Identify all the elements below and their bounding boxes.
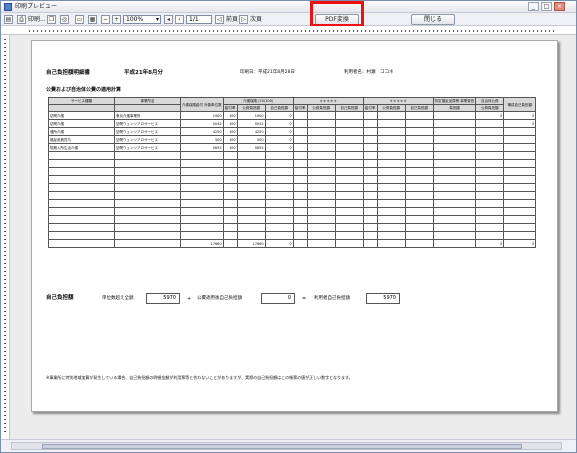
table-row (48, 167, 537, 176)
table-row: 通所介護 訪問ウェンリアロサービス 4250 100 4250 0 (48, 127, 537, 136)
plus-sign: + (187, 296, 192, 302)
find-icon[interactable]: ◎ (60, 15, 69, 24)
printer-icon[interactable]: ⎙ (17, 15, 26, 24)
multi-page-icon[interactable]: ▦ (88, 15, 97, 24)
chevron-down-icon: ▾ (155, 16, 159, 23)
table-row (48, 151, 537, 160)
prev-page-icon[interactable]: ‹ (175, 15, 184, 24)
preview-window: 印刷プレビュー _ □ × ▤ ⎙ 印刷... ❐ ◎ ▭ ▦ − + 100%… (0, 0, 577, 453)
table-row (48, 199, 537, 208)
unit-total-value: 5970 (146, 293, 180, 304)
document-page: 自己負担額明細書 平成21年8月分 印刷日：平成21年8月28日 利用者名：村瀬… (31, 40, 558, 412)
total-zero2: 0 (503, 239, 537, 248)
close-button[interactable]: 閉じる (411, 14, 455, 25)
single-page-icon[interactable]: ▭ (75, 15, 84, 24)
zoom-value: 100% (126, 16, 144, 23)
vertical-ruler (1, 35, 10, 439)
maximize-button[interactable]: □ (541, 2, 552, 11)
user-self-value: 5970 (366, 293, 400, 304)
header-service: サービス種類 (48, 97, 115, 105)
scroll-thumb[interactable] (42, 444, 522, 449)
header-star2: ＊＊＊＊＊ (362, 97, 434, 105)
preview-canvas: 自己負担額明細書 平成21年8月分 印刷日：平成21年8月28日 利用者名：村瀬… (11, 35, 576, 439)
forward-icon[interactable]: ▷ (239, 15, 248, 24)
horizontal-ruler (1, 26, 576, 35)
sub-special: 負担額 (432, 104, 477, 112)
table-row (48, 175, 537, 184)
zoom-out-icon[interactable]: − (101, 15, 110, 24)
document-period: 平成21年8月分 (124, 70, 163, 76)
back-icon[interactable]: ◁ (215, 15, 224, 24)
header-provider: 事業所名 (114, 97, 181, 105)
table-row (48, 183, 537, 192)
unit-total-label: 単位数超え全額 (102, 296, 134, 301)
title-bar: 印刷プレビュー _ □ × (1, 1, 576, 13)
header-star1: ＊＊＊＊＊ (292, 97, 364, 105)
user-name: 利用者名：村瀬 ココネ (344, 70, 394, 75)
public-self-value: 0 (261, 293, 295, 304)
equals-sign: = (302, 296, 307, 302)
table-row: 訪問介護 訪問ウェンリアロサービス 5042 100 5042 0 0 (48, 119, 537, 128)
prev-label[interactable]: 前頁 (226, 15, 238, 24)
print-label[interactable]: 印刷... (28, 15, 46, 24)
status-bar (1, 439, 576, 452)
public-self-label: 公費適用後自己負担額 (197, 296, 242, 301)
zoom-in-icon[interactable]: + (112, 15, 121, 24)
header-public-self: 構成自己負担額 (503, 97, 537, 112)
table-row (48, 231, 537, 240)
total-self: 0 (264, 239, 294, 248)
total-units: 17660 (180, 239, 224, 248)
print-date: 印刷日：平成21年8月28日 (240, 70, 295, 75)
sub-ratio: 給付率 (222, 104, 238, 112)
first-page-icon[interactable]: ◂ (164, 15, 173, 24)
sub-total-self: 公費負担額 (475, 104, 505, 112)
table-row: 短期入所生活介護 訪問ウェンリアロサービス 5855 100 5855 0 (48, 143, 537, 152)
app-icon (4, 3, 12, 11)
highlight-box (310, 1, 364, 27)
close-window-button[interactable]: × (554, 2, 565, 11)
table-row (48, 207, 537, 216)
header-units: 介護保険給付 対象単位数 (180, 97, 224, 112)
sub-ratio-2: 給付率 (292, 104, 308, 112)
user-self-label: 利用者自己負担額 (314, 296, 350, 301)
sub-cost-3: 公費負担額 (376, 104, 406, 112)
sub-ratio-3: 給付率 (362, 104, 378, 112)
total-cost: 17660 (236, 239, 266, 248)
document-title: 自己負担額明細書 (46, 70, 91, 76)
zoom-select[interactable]: 100% ▾ (123, 15, 161, 24)
summary-label: 自己負担額 (46, 295, 74, 301)
footnote: ※事業所に特別地域加算が発生している場合、自己負担額の明細金額が利用票等と合わな… (46, 375, 353, 380)
total-zero1: 0 (475, 239, 505, 248)
toolbar: ▤ ⎙ 印刷... ❐ ◎ ▭ ▦ − + 100% ▾ ◂ ‹ 1/1 ◁ 前… (1, 13, 576, 26)
copy-icon[interactable]: ❐ (47, 15, 56, 24)
header-special: 特定福祉加算等 事業負担 (432, 97, 477, 105)
minimize-button[interactable]: _ (528, 2, 539, 11)
table-row: 訪問介護 東京介護事業所 1900 100 1900 0 00 (48, 111, 537, 120)
calculation-table: サービス種類 事業所名 介護保険給付 対象単位数 介護保険 (10/100) ＊… (48, 97, 537, 248)
page-setup-icon[interactable]: ▤ (4, 15, 13, 24)
sub-cost-2: 公費負担額 (306, 104, 336, 112)
window-title: 印刷プレビュー (15, 3, 58, 10)
table-row (48, 223, 537, 232)
sub-cost: 公費負担額 (236, 104, 266, 112)
page-number-field[interactable]: 1/1 (186, 15, 212, 24)
sub-self-3: 自己負担額 (404, 104, 434, 112)
header-total: 自治体公費 (475, 97, 505, 105)
horizontal-scrollbar[interactable] (11, 442, 562, 450)
table-row (48, 159, 537, 168)
next-label[interactable]: 次頁 (250, 15, 262, 24)
table-row (48, 191, 537, 200)
table-total-row: 17660 17660 0 0 0 (48, 239, 537, 248)
sub-self-2: 自己負担額 (334, 104, 364, 112)
sub-self: 自己負担額 (264, 104, 294, 112)
table-row (48, 215, 537, 224)
section-heading: 公費および自治体公費の適用計算 (46, 87, 122, 93)
table-row: 福祉用具貸与 訪問ウェンリアロサービス 500 100 500 0 (48, 135, 537, 144)
header-kaigo: 介護保険 (10/100) (222, 97, 294, 105)
